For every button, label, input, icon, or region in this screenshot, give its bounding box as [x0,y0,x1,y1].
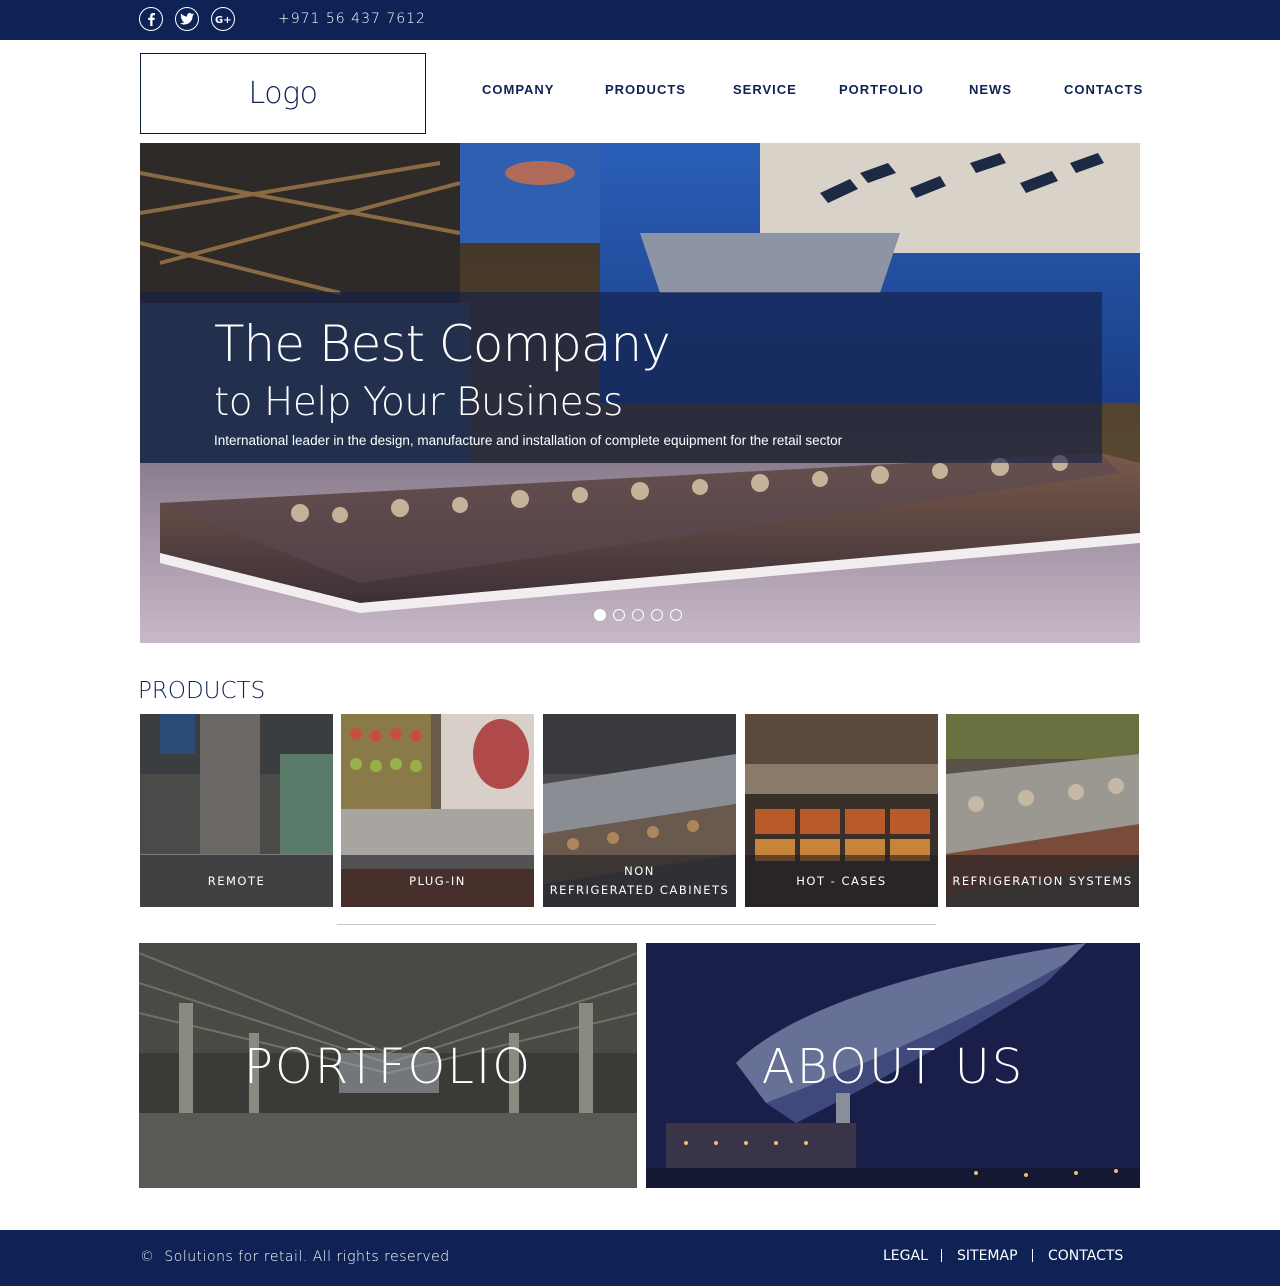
products-heading: PRODUCTS [138,678,266,704]
top-bar: G+ +971 56 437 7612 [0,0,1280,40]
logo[interactable]: Logo [140,53,426,134]
about-us-label: ABOUT US [761,1039,1025,1095]
nav-news[interactable]: NEWS [969,82,1012,97]
portfolio-label: PORTFOLIO [244,1039,532,1095]
footer-link-legal[interactable]: LEGAL [883,1248,928,1264]
product-label: REFRIGERATION SYSTEMS [952,873,1133,888]
phone-number: +971 56 437 7612 [278,11,426,27]
nav-portfolio[interactable]: PORTFOLIO [839,82,924,97]
portfolio-tile[interactable]: PORTFOLIO [139,943,637,1188]
google-plus-icon[interactable]: G+ [211,7,235,31]
svg-text:G+: G+ [215,15,231,25]
hero-subtitle: to Help Your Business [214,380,623,425]
product-caption: PLUG-IN [341,855,534,907]
footer-separator [1032,1249,1033,1262]
section-divider [337,924,936,925]
nav-service[interactable]: SERVICE [733,82,797,97]
product-card-hot-cases[interactable]: HOT - CASES [745,714,938,907]
nav-company[interactable]: COMPANY [482,82,554,97]
copyright: © Solutions for retail. All rights reser… [140,1249,450,1265]
slider-dot-4[interactable] [651,609,663,621]
footer-link-contacts[interactable]: CONTACTS [1048,1248,1123,1264]
hero-description: International leader in the design, manu… [214,433,843,448]
product-card-plug-in[interactable]: PLUG-IN [341,714,534,907]
twitter-icon[interactable] [175,7,199,31]
about-us-tile[interactable]: ABOUT US [646,943,1140,1188]
product-card-refrigeration-systems[interactable]: REFRIGERATION SYSTEMS [946,714,1139,907]
slider-dot-1[interactable] [594,609,606,621]
product-label: NON REFRIGERATED CABINETS [549,864,730,897]
product-caption: HOT - CASES [745,855,938,907]
slider-dot-3[interactable] [632,609,644,621]
nav-products[interactable]: PRODUCTS [605,82,686,97]
slider-pagination [594,609,682,621]
product-label: HOT - CASES [796,873,887,888]
product-caption: NON REFRIGERATED CABINETS [543,855,736,907]
slider-dot-5[interactable] [670,609,682,621]
slider-dot-2[interactable] [613,609,625,621]
facebook-icon[interactable] [139,7,163,31]
hero-title: The Best Company [214,315,671,373]
logo-text: Logo [248,76,318,111]
product-card-non-refrigerated[interactable]: NON REFRIGERATED CABINETS [543,714,736,907]
footer-link-sitemap[interactable]: SITEMAP [957,1248,1018,1264]
product-label: PLUG-IN [409,873,466,888]
footer-separator [941,1249,942,1262]
nav-contacts[interactable]: CONTACTS [1064,82,1143,97]
product-card-remote[interactable]: REMOTE [140,714,333,907]
footer: © Solutions for retail. All rights reser… [0,1230,1280,1286]
copyright-icon: © [140,1249,155,1265]
product-label: REMOTE [207,873,266,888]
hero-slider: The Best Company to Help Your Business I… [140,143,1140,643]
copyright-text: Solutions for retail. All rights reserve… [164,1249,450,1265]
product-caption: REFRIGERATION SYSTEMS [946,855,1139,907]
product-caption: REMOTE [140,855,333,907]
